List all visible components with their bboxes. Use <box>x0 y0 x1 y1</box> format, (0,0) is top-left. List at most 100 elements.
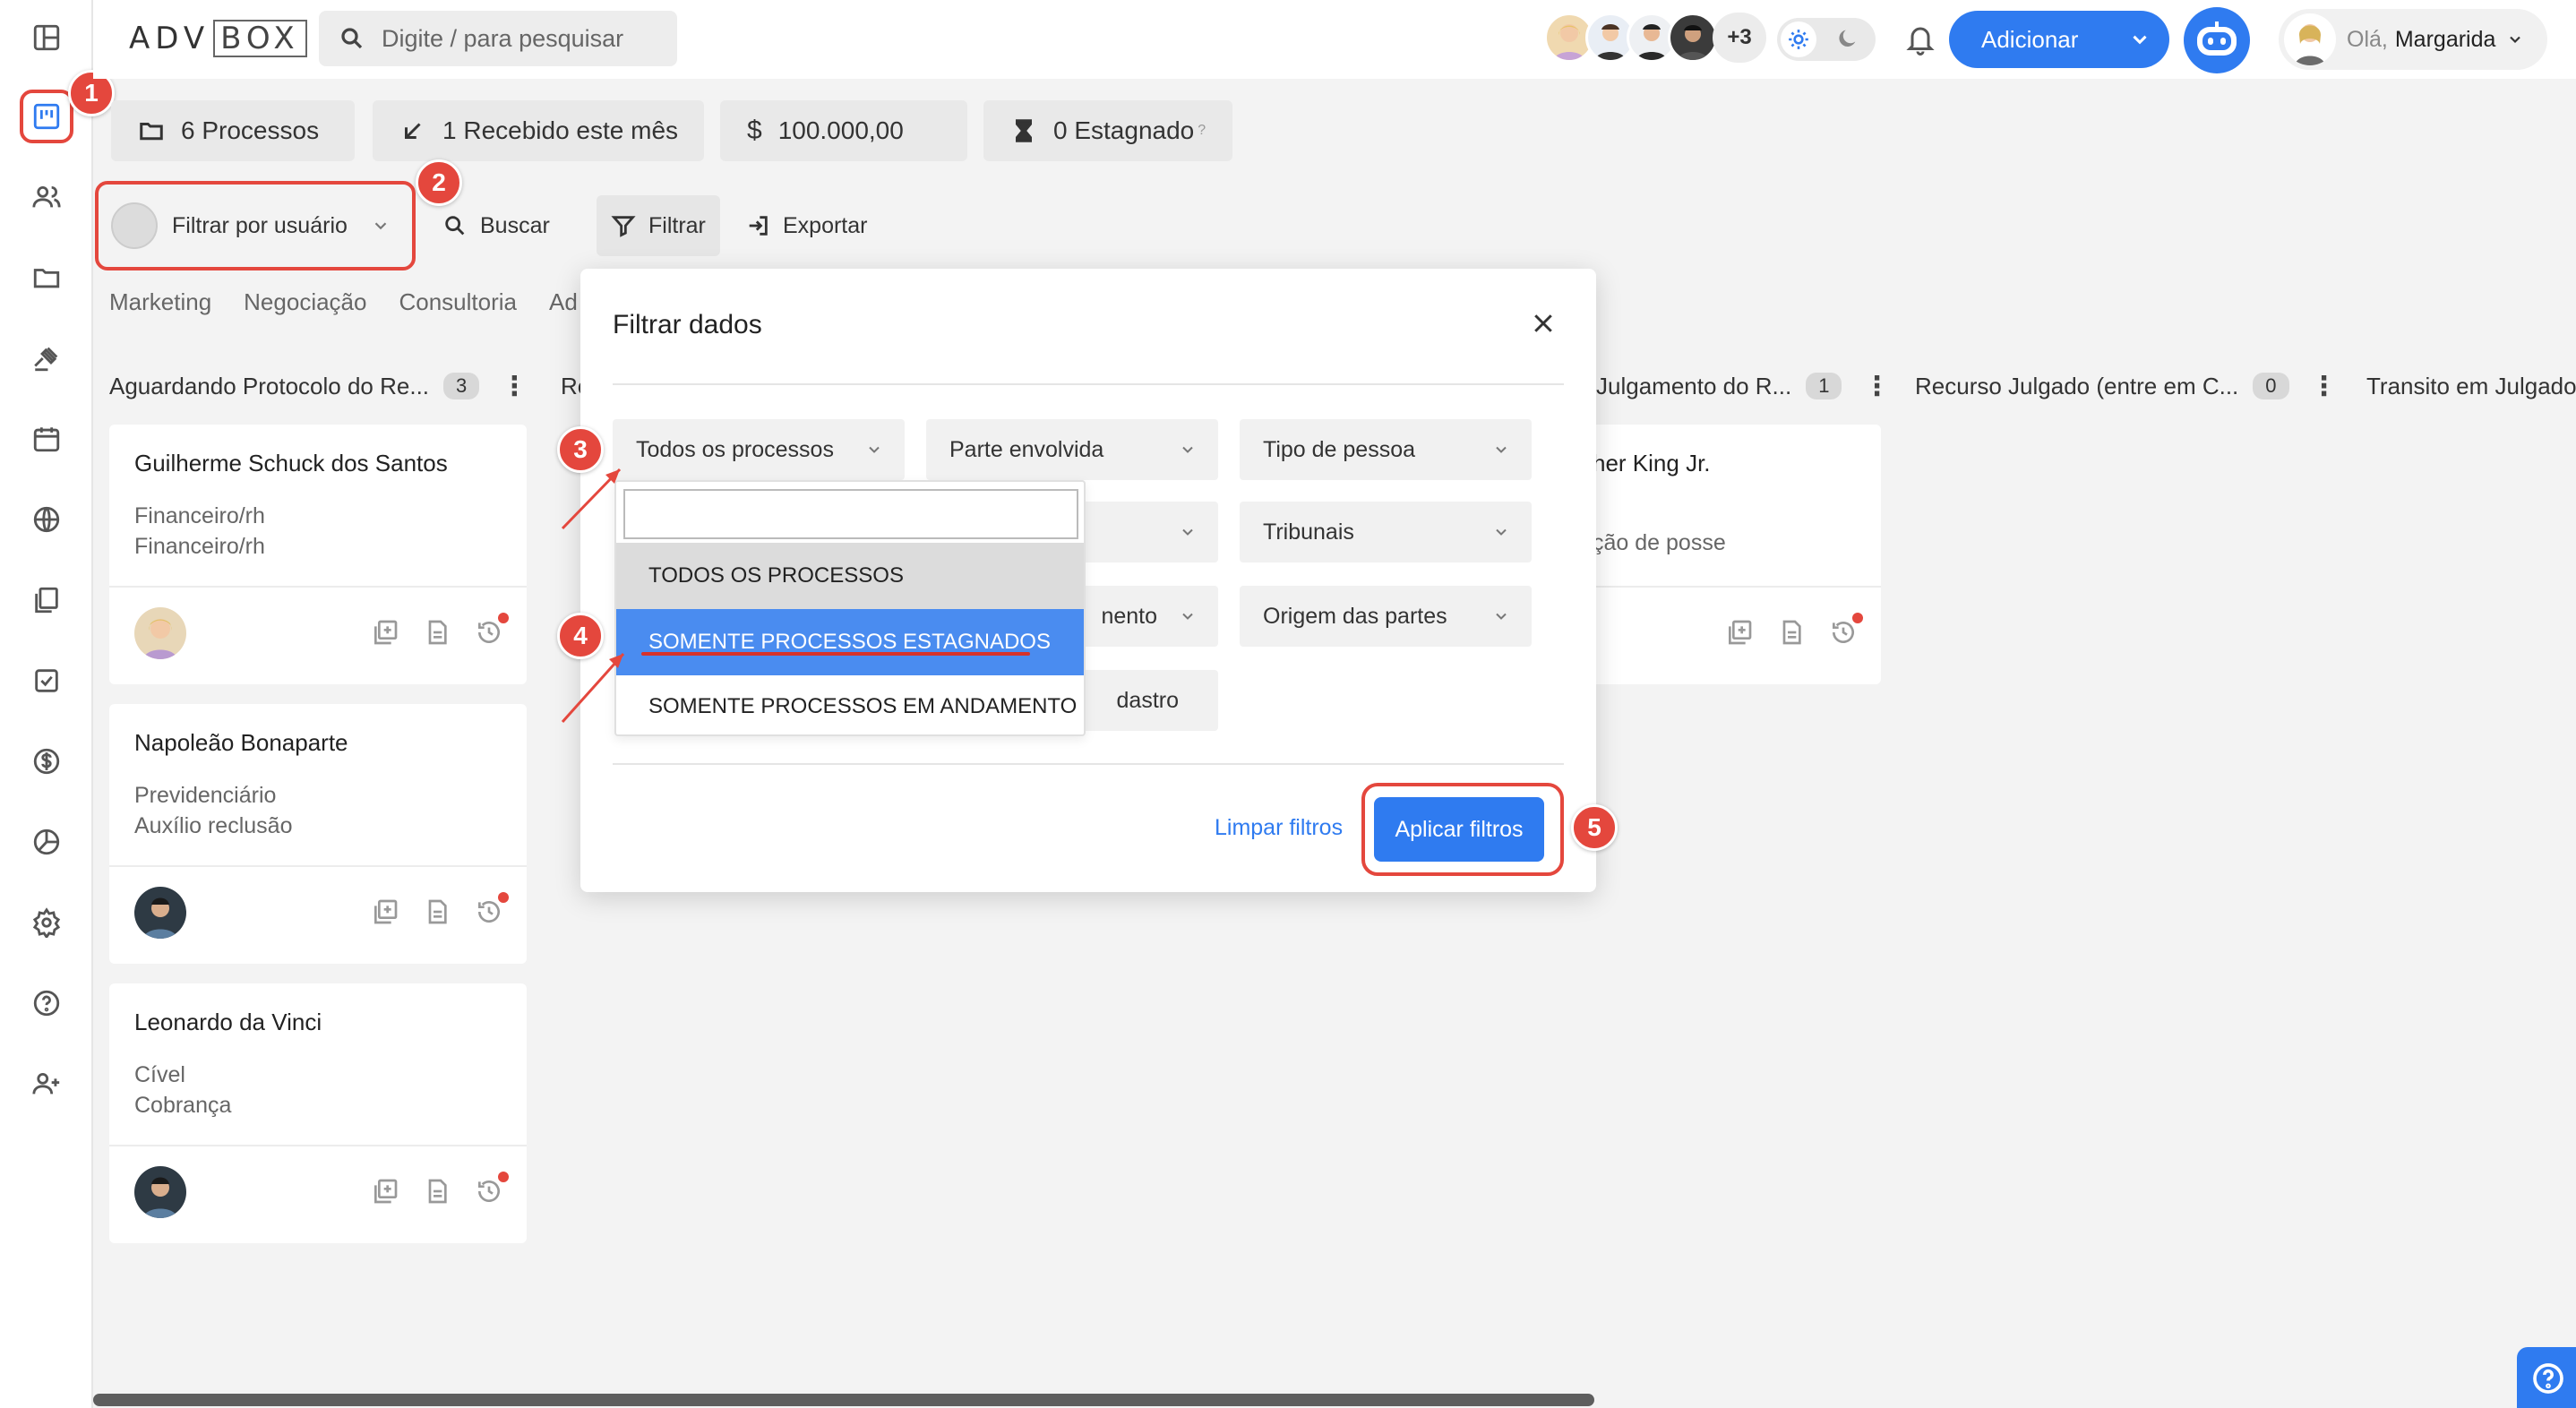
help-icon[interactable]: ? <box>1198 123 1206 139</box>
folder-icon[interactable] <box>20 251 73 305</box>
reports-pie-icon[interactable] <box>20 815 73 869</box>
origem-partes-select[interactable]: Origem das partes <box>1240 586 1532 647</box>
add-user-icon[interactable] <box>20 1057 73 1111</box>
column-count: 3 <box>443 373 480 399</box>
help-icon[interactable] <box>20 976 73 1030</box>
folder-icon <box>140 123 163 141</box>
tipo-pessoa-select[interactable]: Tipo de pessoa <box>1240 419 1532 480</box>
assistant-robot-icon[interactable] <box>2184 7 2250 73</box>
advbox-logo[interactable]: ADV BOX <box>125 20 307 57</box>
hourglass-icon <box>1016 119 1032 142</box>
global-search[interactable]: Digite / para pesquisar <box>319 11 677 66</box>
dollar-icon: $ <box>747 116 762 145</box>
filtrar-button[interactable]: Filtrar <box>597 195 720 256</box>
more-members-count[interactable]: +3 <box>1713 13 1766 63</box>
avatar[interactable] <box>134 607 186 659</box>
dropdown-search-input[interactable] <box>623 489 1078 539</box>
kebab-menu-icon[interactable]: ⋮ <box>501 371 528 402</box>
arrow-down-left-icon <box>405 123 421 139</box>
add-task-icon[interactable] <box>1725 618 1754 647</box>
tab-marketing[interactable]: Marketing <box>109 288 211 316</box>
user-name: Margarida <box>2394 26 2496 52</box>
exportar-button[interactable]: Exportar <box>731 195 881 256</box>
chevron-down-icon <box>1496 528 1507 536</box>
chevron-down-icon <box>1182 528 1193 536</box>
stat-estagnado[interactable]: 0 Estagnado? <box>983 100 1232 161</box>
parte-envolvida-select[interactable]: Parte envolvida <box>926 419 1218 480</box>
column-header[interactable]: Julgamento do R... 1 ⋮ <box>1596 367 1890 405</box>
process-card[interactable]: Napoleão Bonaparte Previdenciário Auxíli… <box>109 704 527 964</box>
process-card[interactable]: Guilherme Schuck dos Santos Financeiro/r… <box>109 425 527 684</box>
history-icon[interactable] <box>1829 613 1863 647</box>
stat-valor[interactable]: $ 100.000,00 <box>720 100 967 161</box>
tab-negociacao[interactable]: Negociação <box>244 288 366 316</box>
dashboard-icon[interactable] <box>20 11 73 64</box>
tab-consultoria[interactable]: Consultoria <box>399 288 517 316</box>
column-header[interactable]: Transito em Julgado <box>2366 367 2576 405</box>
calendar-icon[interactable] <box>20 412 73 466</box>
apply-filters-button[interactable]: Aplicar filtros <box>1374 797 1544 862</box>
filter-icon <box>611 216 636 237</box>
option-em-andamento[interactable]: SOMENTE PROCESSOS EM ANDAMENTO <box>616 674 1084 740</box>
buscar-button[interactable]: Buscar <box>428 195 564 256</box>
add-task-icon[interactable] <box>371 897 399 926</box>
search-icon <box>445 216 465 236</box>
option-estagnados[interactable]: SOMENTE PROCESSOS ESTAGNADOS <box>616 609 1084 675</box>
notifications-bell-icon[interactable] <box>1904 21 1936 57</box>
search-placeholder: Digite / para pesquisar <box>382 24 624 52</box>
option-todos[interactable]: TODOS OS PROCESSOS <box>616 543 1084 609</box>
sun-icon <box>1781 21 1816 57</box>
annotation-underline <box>641 652 1030 656</box>
add-button[interactable]: Adicionar <box>1949 11 2169 68</box>
document-icon[interactable] <box>423 618 451 647</box>
processos-select[interactable]: Todos os processos <box>613 419 905 480</box>
add-task-icon[interactable] <box>371 618 399 647</box>
chevron-down-icon <box>1182 613 1193 620</box>
history-icon[interactable] <box>475 892 509 926</box>
tab-ad[interactable]: Ad <box>549 288 578 316</box>
kebab-menu-icon[interactable]: ⋮ <box>1863 371 1890 402</box>
user-menu[interactable]: Olá, Margarida <box>2279 9 2547 70</box>
chevron-down-icon <box>2510 36 2521 44</box>
user-filter-select[interactable]: Filtrar por usuário <box>95 181 416 270</box>
document-icon[interactable] <box>423 897 451 926</box>
avatar[interactable] <box>134 1166 186 1218</box>
help-chat-icon[interactable] <box>2517 1347 2576 1408</box>
document-icon[interactable] <box>423 1177 451 1206</box>
pipeline-tabs: Marketing Negociação Consultoria Ad <box>109 288 578 316</box>
kanban-board-icon[interactable] <box>20 90 73 143</box>
annotation-badge-3: 3 <box>557 426 604 473</box>
process-card[interactable]: Leonardo da Vinci Cível Cobrança <box>109 983 527 1243</box>
avatar[interactable] <box>1668 13 1718 63</box>
add-task-icon[interactable] <box>371 1177 399 1206</box>
column-count: 0 <box>2253 373 2289 399</box>
document-icon[interactable] <box>1777 618 1806 647</box>
globe-icon[interactable] <box>20 493 73 546</box>
settings-gear-icon[interactable] <box>20 896 73 949</box>
process-card[interactable]: her King Jr. ção de posse <box>1558 425 1881 684</box>
theme-toggle[interactable] <box>1777 18 1876 61</box>
tasks-icon[interactable] <box>20 654 73 708</box>
clients-icon[interactable] <box>20 170 73 224</box>
moon-icon <box>1834 27 1859 52</box>
team-avatars[interactable]: +3 <box>1544 13 1766 63</box>
kebab-menu-icon[interactable]: ⋮ <box>2311 371 2338 402</box>
tribunais-select[interactable]: Tribunais <box>1240 502 1532 562</box>
apply-highlight: Aplicar filtros <box>1361 783 1564 876</box>
history-icon[interactable] <box>475 1172 509 1206</box>
avatar[interactable] <box>134 887 186 939</box>
top-header: ADV BOX Digite / para pesquisar +3 Adici… <box>93 0 2576 79</box>
history-icon[interactable] <box>475 613 509 647</box>
close-icon[interactable] <box>1530 310 1557 337</box>
documents-icon[interactable] <box>20 573 73 627</box>
modal-title: Filtrar dados <box>613 310 762 339</box>
clear-filters-link[interactable]: Limpar filtros <box>1215 815 1343 841</box>
horizontal-scrollbar[interactable] <box>93 1394 1594 1406</box>
stat-recebido[interactable]: 1 Recebido este mês <box>373 100 704 161</box>
stat-processos[interactable]: 6 Processos <box>111 100 355 161</box>
user-greeting: Olá, <box>2347 26 2388 52</box>
column-header[interactable]: Recurso Julgado (entre em C... 0 ⋮ <box>1915 367 2338 405</box>
column-header[interactable]: Aguardando Protocolo do Re... 3 ⋮ <box>109 367 528 405</box>
finance-icon[interactable] <box>20 734 73 788</box>
gavel-icon[interactable] <box>20 331 73 385</box>
